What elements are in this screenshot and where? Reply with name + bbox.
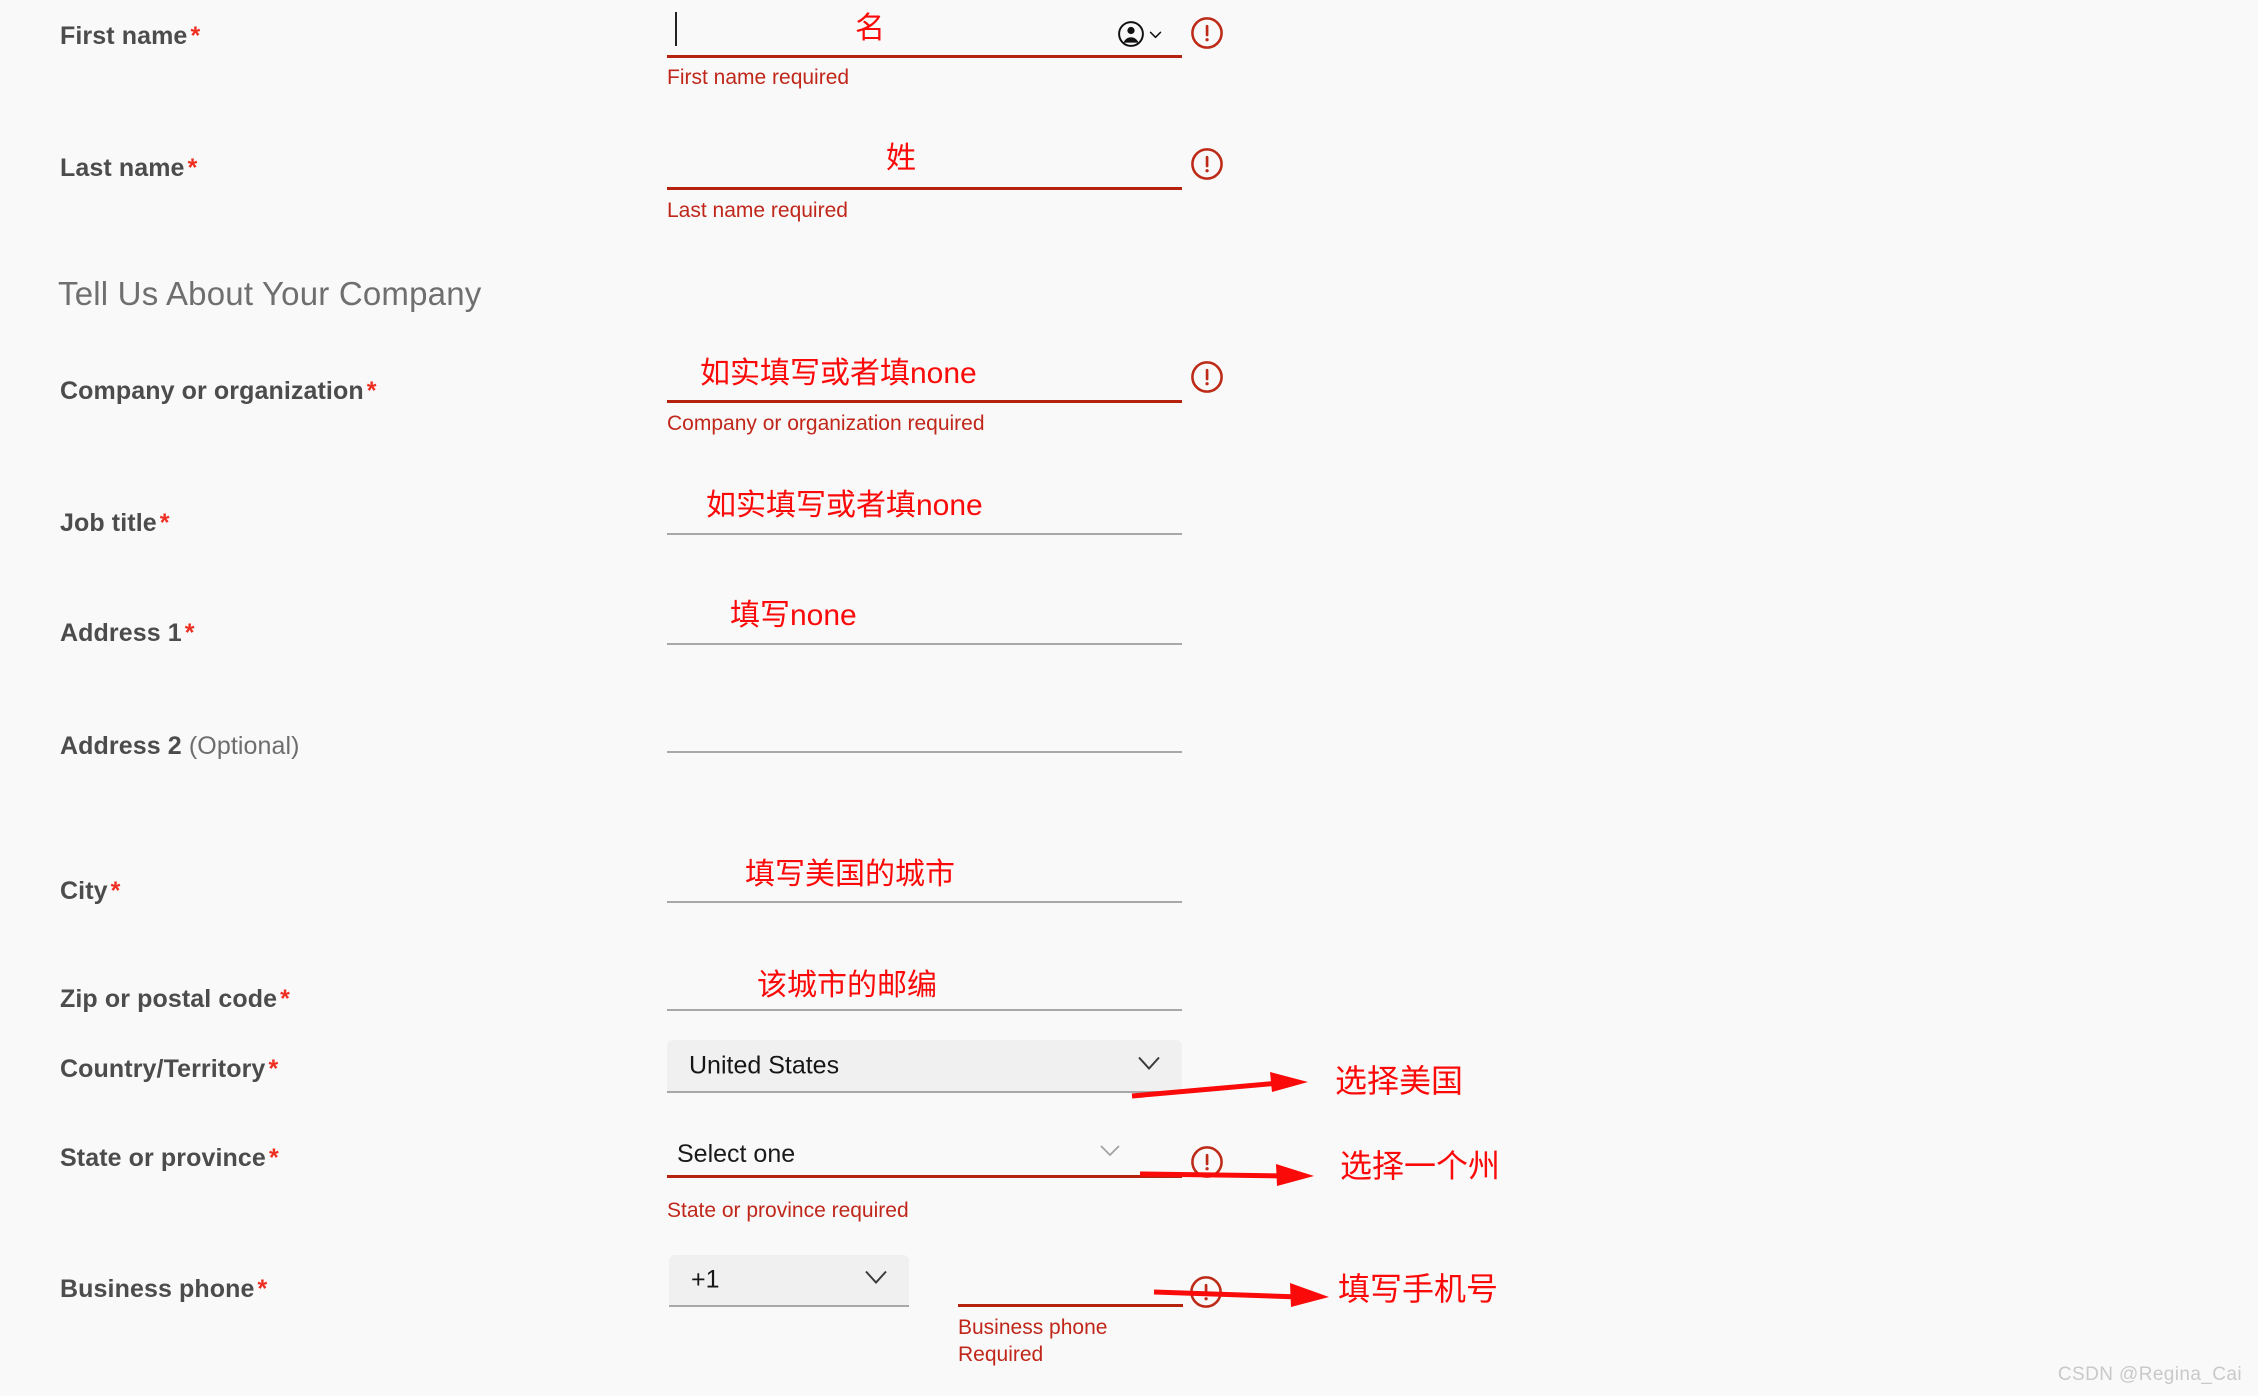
- section-heading-company: Tell Us About Your Company: [58, 275, 482, 312]
- right-arrow-icon-phone: [1152, 1272, 1332, 1316]
- last-name-label: Last name *: [60, 154, 197, 183]
- address1-label: Address 1 *: [60, 619, 195, 648]
- business-phone-label: Business phone *: [60, 1275, 267, 1304]
- input-underline: [667, 400, 1182, 403]
- zip-label-text: Zip or postal code: [60, 985, 278, 1013]
- first-name-error-text: First name required: [667, 66, 850, 89]
- zip-label: Zip or postal code *: [60, 985, 290, 1014]
- optional-marker: (Optional): [188, 732, 300, 760]
- required-asterisk: *: [280, 985, 290, 1013]
- phone-country-code-select[interactable]: +1: [669, 1255, 909, 1307]
- business-phone-error-line1: Business phone: [958, 1316, 1108, 1339]
- business-phone-number-input[interactable]: [958, 1259, 1183, 1307]
- input-underline: [667, 187, 1182, 190]
- country-label: Country/Territory *: [60, 1055, 278, 1084]
- input-underline: [667, 1175, 1182, 1178]
- job-title-label: Job title *: [60, 509, 170, 538]
- right-arrow-icon-country: [1130, 1072, 1310, 1108]
- last-name-input[interactable]: [667, 142, 1182, 190]
- first-name-label: First name *: [60, 22, 200, 51]
- company-label: Company or organization *: [60, 377, 377, 406]
- country-select[interactable]: United States: [667, 1040, 1182, 1093]
- state-label: State or province *: [60, 1144, 279, 1173]
- last-name-error-text: Last name required: [667, 199, 848, 222]
- input-underline: [667, 643, 1182, 645]
- required-asterisk: *: [187, 154, 198, 182]
- city-label: City *: [60, 877, 120, 906]
- text-caret: [675, 12, 677, 46]
- business-phone-label-text: Business phone: [60, 1275, 255, 1303]
- first-name-label-text: First name: [60, 22, 188, 50]
- state-error-text: State or province required: [667, 1199, 909, 1222]
- company-error-text: Company or organization required: [667, 412, 985, 435]
- address2-input[interactable]: [667, 705, 1182, 753]
- input-underline: [667, 1009, 1182, 1011]
- annotation-state-text: 选择一个州: [1340, 1148, 1501, 1184]
- annotation-phone-text: 填写手机号: [1338, 1271, 1499, 1307]
- job-title-label-text: Job title: [60, 509, 157, 537]
- state-select[interactable]: Select one: [667, 1130, 1182, 1178]
- input-underline: [667, 55, 1182, 58]
- annotation-city: 填写美国的城市: [745, 858, 955, 891]
- address2-label-text: Address 2: [60, 732, 182, 760]
- person-circle-icon[interactable]: [1117, 20, 1145, 53]
- input-underline: [667, 901, 1182, 903]
- right-arrow-icon-state: [1138, 1154, 1318, 1194]
- city-label-text: City: [60, 877, 108, 905]
- required-asterisk: *: [184, 619, 195, 647]
- company-label-text: Company or organization: [60, 377, 364, 405]
- annotation-first-name: 名: [855, 12, 885, 45]
- address1-label-text: Address 1: [60, 619, 182, 647]
- company-error-icon: [1190, 360, 1224, 394]
- first-name-input[interactable]: [667, 10, 1182, 58]
- country-selected-value: United States: [689, 1051, 840, 1079]
- autofill-control[interactable]: [1117, 20, 1164, 53]
- annotation-country-text: 选择美国: [1335, 1063, 1464, 1099]
- watermark: CSDN @Regina_Cai: [2057, 1364, 2242, 1385]
- address2-label: Address 2 (Optional): [60, 732, 300, 761]
- input-underline: [958, 1304, 1183, 1307]
- required-asterisk: *: [110, 877, 121, 905]
- chevron-down-icon[interactable]: [863, 1269, 889, 1292]
- last-name-error-icon: [1190, 147, 1224, 181]
- state-label-text: State or province: [60, 1144, 266, 1172]
- required-asterisk: *: [257, 1275, 268, 1303]
- input-underline: [667, 751, 1182, 753]
- required-asterisk: *: [190, 22, 201, 50]
- annotation-address1: 填写none: [730, 599, 857, 632]
- last-name-label-text: Last name: [60, 154, 185, 182]
- business-phone-error-line2: Required: [958, 1342, 1044, 1366]
- annotation-zip: 该城市的邮编: [757, 969, 937, 1002]
- chevron-down-icon[interactable]: [1147, 26, 1164, 48]
- input-underline: [667, 533, 1182, 535]
- state-selected-value: Select one: [677, 1140, 796, 1168]
- chevron-down-icon[interactable]: [1098, 1143, 1122, 1164]
- phone-country-code-value: +1: [691, 1265, 720, 1294]
- first-name-error-icon: [1190, 16, 1224, 50]
- annotation-last-name: 姓: [886, 142, 916, 175]
- annotation-company: 如实填写或者填none: [700, 357, 977, 390]
- annotation-job-title: 如实填写或者填none: [706, 489, 983, 522]
- business-phone-error-text: Business phone Required: [958, 1315, 1107, 1369]
- required-asterisk: *: [268, 1055, 279, 1083]
- required-asterisk: *: [159, 509, 170, 537]
- required-asterisk: *: [268, 1144, 279, 1172]
- country-label-text: Country/Territory: [60, 1055, 266, 1083]
- signup-form-page: { "colors": { "label": "#4c4c4c", "requi…: [0, 0, 2258, 1396]
- required-asterisk: *: [366, 377, 377, 405]
